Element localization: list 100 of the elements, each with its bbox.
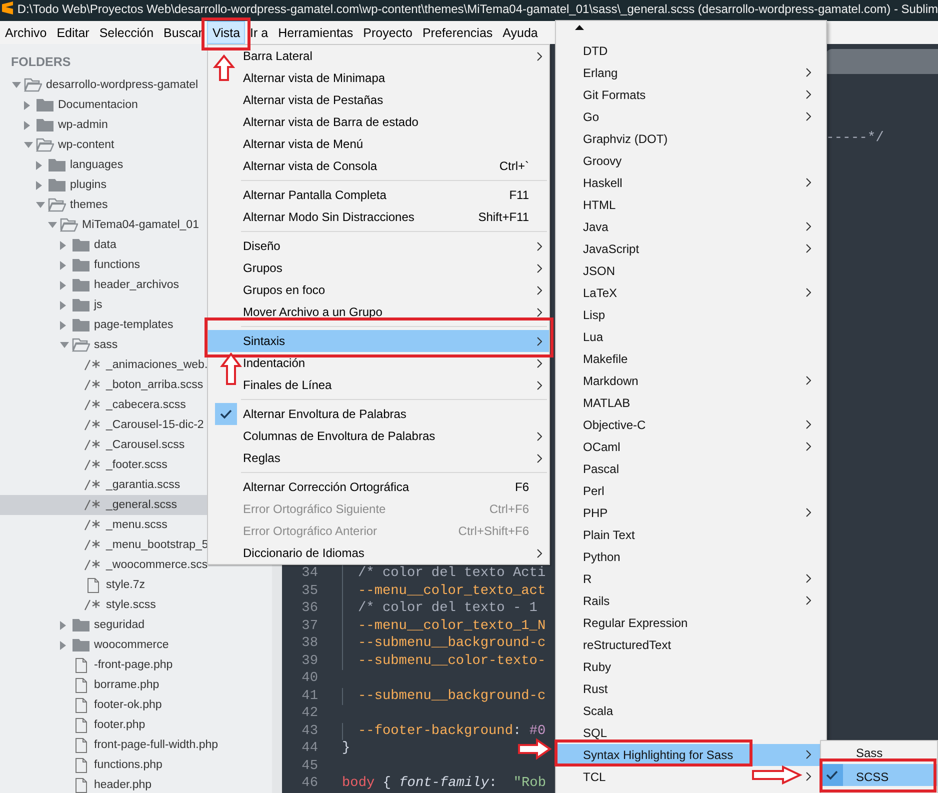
menu-option[interactable]: JavaScript xyxy=(556,238,826,260)
menu-item[interactable]: Archivo xyxy=(0,21,52,44)
menu-option[interactable]: PHP xyxy=(556,502,826,524)
menu-option[interactable]: Git Formats xyxy=(556,84,826,106)
menu-option-label: Alternar vista de Minimapa xyxy=(243,71,386,85)
menu-option[interactable]: Erlang xyxy=(556,62,826,84)
menu-option[interactable]: reStructuredText xyxy=(556,634,826,656)
folder-icon xyxy=(72,238,90,252)
line-number: 45 xyxy=(300,758,318,774)
menu-option[interactable]: Reglas xyxy=(208,447,549,469)
expand-arrow-icon[interactable] xyxy=(60,300,66,310)
menu-option[interactable]: Diseño xyxy=(208,235,549,257)
menu-option[interactable]: Alternar vista de Barra de estado xyxy=(208,111,549,133)
menu-option[interactable]: SCSS xyxy=(821,764,937,786)
tree-item[interactable]: front-page-full-width.php xyxy=(0,735,272,755)
menu-option[interactable]: Scala xyxy=(556,700,826,722)
code-line: /* color del texto Acti xyxy=(358,566,546,582)
menu-option[interactable]: Python xyxy=(556,546,826,568)
expand-arrow-icon[interactable] xyxy=(24,100,30,110)
menu-option[interactable]: SQL xyxy=(556,722,826,744)
menu-option[interactable]: Barra Lateral xyxy=(208,45,549,67)
tree-item[interactable]: header.php xyxy=(0,775,272,793)
menu-option[interactable]: Haskell xyxy=(556,172,826,194)
menu-option[interactable]: Makefile xyxy=(556,348,826,370)
menu-option[interactable]: Alternar vista de Menú xyxy=(208,133,549,155)
tree-item[interactable]: footer-ok.php xyxy=(0,695,272,715)
tree-item[interactable]: footer.php xyxy=(0,715,272,735)
menu-option[interactable]: Alternar vista de Consola Ctrl+` xyxy=(208,155,549,177)
expand-arrow-icon[interactable] xyxy=(60,240,66,250)
collapse-arrow-icon[interactable] xyxy=(12,82,21,88)
menu-option[interactable]: DTD xyxy=(556,40,826,62)
tree-item[interactable]: -front-page.php xyxy=(0,655,272,675)
menu-item[interactable]: Buscar xyxy=(158,21,208,44)
menu-option[interactable]: Regular Expression xyxy=(556,612,826,634)
tree-item[interactable]: style.scss xyxy=(0,595,272,615)
menu-option[interactable]: Grupos en foco xyxy=(208,279,549,301)
collapse-arrow-icon[interactable] xyxy=(60,342,69,348)
open-folder-icon xyxy=(24,78,42,92)
tree-item[interactable]: style.7z xyxy=(0,575,272,595)
menu-option[interactable]: Plain Text xyxy=(556,524,826,546)
menu-option[interactable]: Perl xyxy=(556,480,826,502)
menu-item[interactable]: Herramientas xyxy=(273,21,358,44)
menu-option[interactable]: Alternar vista de Minimapa xyxy=(208,67,549,89)
expand-arrow-icon[interactable] xyxy=(60,260,66,270)
menu-option-label: Alternar Corrección Ortográfica xyxy=(243,480,410,494)
menu-option[interactable]: Lua xyxy=(556,326,826,348)
menu-option[interactable]: Groovy xyxy=(556,150,826,172)
menu-option[interactable]: OCaml xyxy=(556,436,826,458)
menu-option[interactable]: Java xyxy=(556,216,826,238)
menu-option[interactable]: HTML xyxy=(556,194,826,216)
menu-option[interactable]: JSON xyxy=(556,260,826,282)
menu-option[interactable]: Indentación xyxy=(208,352,549,374)
menu-option[interactable]: Markdown xyxy=(556,370,826,392)
menu-option[interactable]: Grupos xyxy=(208,257,549,279)
menu-option[interactable]: Graphviz (DOT) xyxy=(556,128,826,150)
expand-arrow-icon[interactable] xyxy=(60,280,66,290)
expand-arrow-icon[interactable] xyxy=(36,160,42,170)
menu-option[interactable]: Alternar Envoltura de Palabras xyxy=(208,403,549,425)
line-number: 35 xyxy=(300,584,318,599)
menu-option[interactable]: Diccionario de Idiomas xyxy=(208,542,549,564)
menu-option[interactable]: LaTeX xyxy=(556,282,826,304)
menu-option[interactable]: Pascal xyxy=(556,458,826,480)
menu-option[interactable]: Alternar Corrección Ortográfica F6 xyxy=(208,476,549,498)
expand-arrow-icon[interactable] xyxy=(60,640,66,650)
menu-option[interactable]: Mover Archivo a un Grupo xyxy=(208,301,549,323)
menu-option-label: Erlang xyxy=(583,66,618,80)
menu-option[interactable]: Rails xyxy=(556,590,826,612)
tree-item[interactable]: borrame.php xyxy=(0,675,272,695)
menu-option[interactable]: Finales de Línea xyxy=(208,374,549,396)
menu-option[interactable]: Alternar Pantalla Completa F11 xyxy=(208,184,549,206)
menu-option[interactable]: MATLAB xyxy=(556,392,826,414)
menu-option[interactable]: Rust xyxy=(556,678,826,700)
menu-item[interactable]: Editar xyxy=(52,21,94,44)
menu-option[interactable]: Objective-C xyxy=(556,414,826,436)
menu-item[interactable]: Ir a xyxy=(245,21,274,44)
scroll-up-icon[interactable] xyxy=(575,25,584,30)
menu-option[interactable]: Lisp xyxy=(556,304,826,326)
menu-option[interactable]: Go xyxy=(556,106,826,128)
menu-option[interactable]: Alternar Modo Sin Distracciones Shift+F11 xyxy=(208,206,549,228)
expand-arrow-icon[interactable] xyxy=(24,120,30,130)
menu-item[interactable]: Ayuda xyxy=(498,21,543,44)
menu-item[interactable]: Vista xyxy=(207,21,246,44)
folder-icon xyxy=(36,98,54,112)
menu-option[interactable]: Sintaxis xyxy=(208,330,549,352)
tree-item[interactable]: functions.php xyxy=(0,755,272,775)
expand-arrow-icon[interactable] xyxy=(36,180,42,190)
collapse-arrow-icon[interactable] xyxy=(36,202,45,208)
menu-option[interactable]: Alternar vista de Pestañas xyxy=(208,89,549,111)
expand-arrow-icon[interactable] xyxy=(60,620,66,630)
menu-item[interactable]: Proyecto xyxy=(358,21,418,44)
collapse-arrow-icon[interactable] xyxy=(24,142,33,148)
menu-item[interactable]: Selección xyxy=(94,21,159,44)
menu-item[interactable]: Preferencias xyxy=(417,21,498,44)
tree-item[interactable]: seguridad xyxy=(0,615,272,635)
expand-arrow-icon[interactable] xyxy=(60,320,66,330)
menu-option[interactable]: Ruby xyxy=(556,656,826,678)
menu-option[interactable]: Columnas de Envoltura de Palabras xyxy=(208,425,549,447)
collapse-arrow-icon[interactable] xyxy=(48,222,57,228)
menu-option[interactable]: R xyxy=(556,568,826,590)
tree-item[interactable]: woocommerce xyxy=(0,635,272,655)
